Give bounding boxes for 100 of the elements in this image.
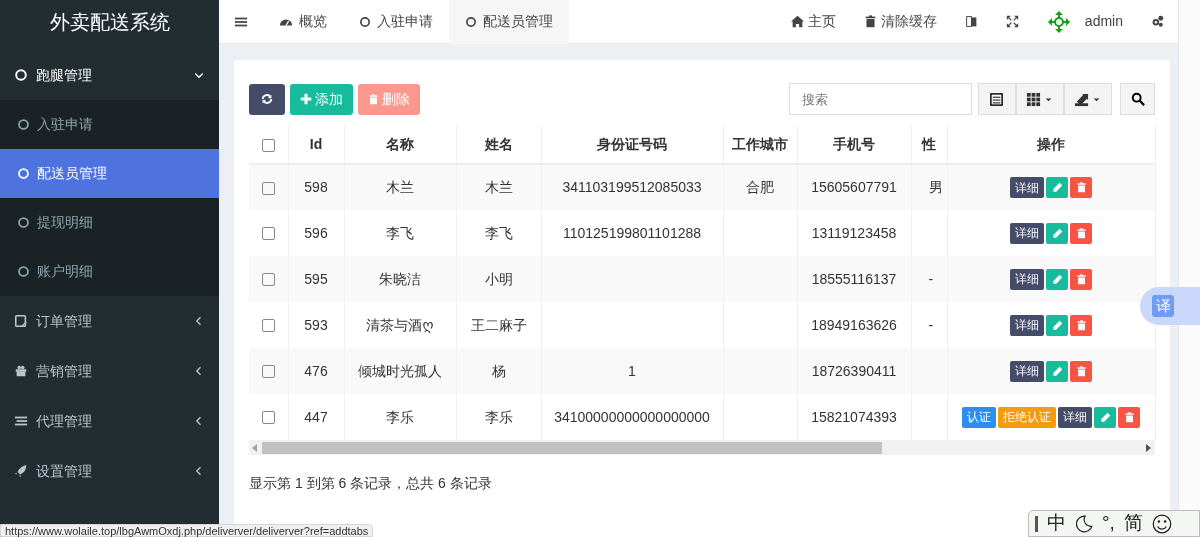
table-cell: 李飞 xyxy=(484,224,513,241)
card-view-button[interactable] xyxy=(977,83,1016,115)
sidebar-item[interactable]: 入驻申请 xyxy=(0,100,219,149)
table-cell: 1 xyxy=(628,362,636,379)
sidebar-item[interactable]: 账户明细 xyxy=(0,247,219,296)
delete-button[interactable] xyxy=(1070,360,1092,382)
trash-icon xyxy=(1075,273,1087,285)
table-cell: 34100000000000000000 xyxy=(554,408,710,425)
search-button[interactable] xyxy=(1120,83,1155,115)
gift-icon xyxy=(14,364,28,378)
detail-button[interactable]: 详细 xyxy=(1010,268,1044,290)
circle-icon xyxy=(465,15,477,28)
sidebar-group[interactable]: 设置管理 xyxy=(0,446,219,496)
detail-button[interactable]: 详细 xyxy=(1010,314,1044,336)
ime-toolbar[interactable]: 中 °, 简 xyxy=(1028,510,1200,537)
scroll-right-icon[interactable] xyxy=(1145,443,1151,452)
refresh-icon xyxy=(260,92,274,106)
table-cell: - xyxy=(928,270,934,287)
circle-icon xyxy=(17,265,30,278)
detail-button[interactable]: 详细 xyxy=(1058,406,1092,428)
sidebar-group[interactable]: 代理管理 xyxy=(0,396,219,446)
edit-button[interactable] xyxy=(1094,406,1116,428)
home-icon xyxy=(790,15,804,28)
circle-icon xyxy=(14,68,28,82)
edit-button[interactable] xyxy=(1046,177,1068,199)
trash-icon xyxy=(368,93,379,105)
plus-icon xyxy=(300,93,312,105)
trash-icon xyxy=(863,15,877,28)
table-cell: 杨 xyxy=(491,362,506,379)
edit-button[interactable] xyxy=(1046,314,1068,336)
table-cell: 593 xyxy=(304,316,328,333)
tab[interactable]: 入驻申请 xyxy=(343,0,449,44)
table-cell: 倾城时光孤人 xyxy=(358,362,442,379)
ime-mode: 中 xyxy=(1047,511,1066,536)
table-cell: 15605607791 xyxy=(811,179,897,195)
table-cell: 男 xyxy=(928,179,943,195)
row-checkbox[interactable] xyxy=(261,227,275,241)
logo-icon xyxy=(1046,9,1071,34)
user-menu[interactable]: admin xyxy=(1032,9,1137,34)
status-url: https://www.wolaile.top/lbgAwmOxdj.php/deliverver/deliverver?ref=addtabs xyxy=(0,524,374,537)
detail-button[interactable]: 详细 xyxy=(1010,177,1044,199)
columns-button[interactable] xyxy=(1015,83,1064,115)
table-cell: - xyxy=(928,316,934,333)
table-cell: 598 xyxy=(304,179,328,195)
trash-icon xyxy=(1075,365,1087,377)
export-button[interactable] xyxy=(1063,83,1112,115)
sidebar-item[interactable]: 提现明细 xyxy=(0,198,219,247)
delete-button[interactable] xyxy=(1070,222,1092,244)
pencil-icon xyxy=(1051,365,1063,377)
table-cell: 朱晓洁 xyxy=(379,270,421,287)
edit-button[interactable] xyxy=(1046,268,1068,290)
row-checkbox[interactable] xyxy=(261,365,275,379)
table-cell: 合肥 xyxy=(746,179,774,195)
tab[interactable]: 概览 xyxy=(263,0,343,44)
clear-cache-link[interactable]: 清除缓存 xyxy=(849,11,951,32)
pencil-icon xyxy=(1051,182,1063,194)
rocket-icon xyxy=(14,464,28,478)
circle-icon xyxy=(17,167,30,180)
scroll-left-icon[interactable] xyxy=(252,443,258,452)
table-cell: 木兰 xyxy=(386,179,414,195)
table-cell: 18949163626 xyxy=(811,316,897,333)
row-checkbox[interactable] xyxy=(261,411,275,425)
table-cell: 595 xyxy=(304,270,328,287)
trash-icon xyxy=(1123,411,1135,423)
edit-button[interactable] xyxy=(1046,360,1068,382)
sidebar-group[interactable]: 订单管理 xyxy=(0,296,219,346)
detail-button[interactable]: 详细 xyxy=(1010,360,1044,382)
delete-button[interactable] xyxy=(1118,406,1140,428)
table-cell: 596 xyxy=(304,224,328,241)
table-cell: 476 xyxy=(304,362,328,379)
search-field[interactable]: 搜索 xyxy=(788,83,972,115)
table-cell: 18726390411 xyxy=(811,362,897,379)
refresh-button[interactable] xyxy=(249,83,285,115)
trash-icon xyxy=(1075,182,1087,194)
row-checkbox[interactable] xyxy=(261,319,275,333)
row-checkbox[interactable] xyxy=(261,181,275,195)
select-all-checkbox[interactable] xyxy=(261,138,275,152)
sidebar-group[interactable]: 跑腿管理 xyxy=(0,50,219,100)
edit-button[interactable] xyxy=(1046,222,1068,244)
table-cell: 110125199801101288 xyxy=(562,224,702,241)
trash-icon xyxy=(1075,227,1087,239)
row-checkbox[interactable] xyxy=(261,273,275,287)
table-cell: 木兰 xyxy=(484,179,513,195)
delete-button[interactable] xyxy=(1070,268,1092,290)
sidebar-item[interactable]: 配送员管理 xyxy=(0,149,219,198)
book-icon xyxy=(964,15,978,28)
table-cell: 小明 xyxy=(484,270,513,287)
table-cell: 18555116137 xyxy=(811,270,897,287)
horizontal-scrollbar[interactable] xyxy=(249,440,1155,455)
table-icon xyxy=(989,91,1004,107)
pencil-icon xyxy=(1051,227,1063,239)
delete-button[interactable] xyxy=(1070,177,1092,199)
search-icon xyxy=(1130,92,1145,106)
detail-button[interactable]: 详细 xyxy=(1010,222,1044,244)
table-cell: 341103199512085033 xyxy=(562,179,702,195)
delete-button[interactable] xyxy=(1070,314,1092,336)
tab[interactable]: 配送员管理 xyxy=(449,0,569,44)
home-link[interactable]: 主页 xyxy=(776,11,850,32)
pagination-info: 显示第 1 到第 6 条记录，总共 6 条记录 xyxy=(249,474,493,493)
sidebar-group[interactable]: 营销管理 xyxy=(0,346,219,396)
